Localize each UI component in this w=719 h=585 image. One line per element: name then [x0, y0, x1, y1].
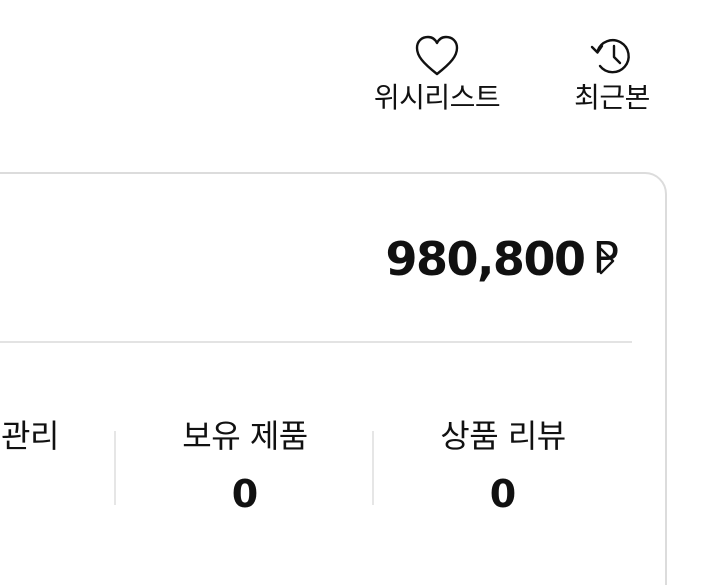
- stat-manage[interactable]: 관리: [0, 414, 70, 458]
- history-icon: [590, 38, 630, 74]
- wishlist-link[interactable]: 위시리스트: [361, 34, 513, 116]
- wishlist-label: 위시리스트: [373, 81, 501, 114]
- stat-separator: [114, 431, 116, 505]
- heart-icon: [415, 35, 459, 76]
- points-value: 980,800: [385, 232, 586, 286]
- page: 위시리스트 최근본 980,800 P 관리 보유 제품 0 상품 리뷰 0: [0, 0, 719, 585]
- recent-link[interactable]: 최근본: [566, 34, 658, 116]
- chevron-right-icon[interactable]: [596, 244, 618, 278]
- points-summary[interactable]: 980,800 P: [385, 227, 619, 291]
- stat-separator: [372, 431, 374, 505]
- stat-owned-products[interactable]: 보유 제품 0: [160, 414, 330, 516]
- stat-value: 0: [231, 472, 259, 516]
- recent-label: 최근본: [574, 81, 650, 114]
- card-divider: [0, 341, 632, 343]
- stat-label: 상품 리뷰: [440, 417, 566, 455]
- stat-label: 보유 제품: [182, 417, 308, 455]
- stat-value: 0: [489, 472, 517, 516]
- stat-product-reviews[interactable]: 상품 리뷰 0: [418, 414, 588, 516]
- stat-label: 관리: [1, 417, 59, 455]
